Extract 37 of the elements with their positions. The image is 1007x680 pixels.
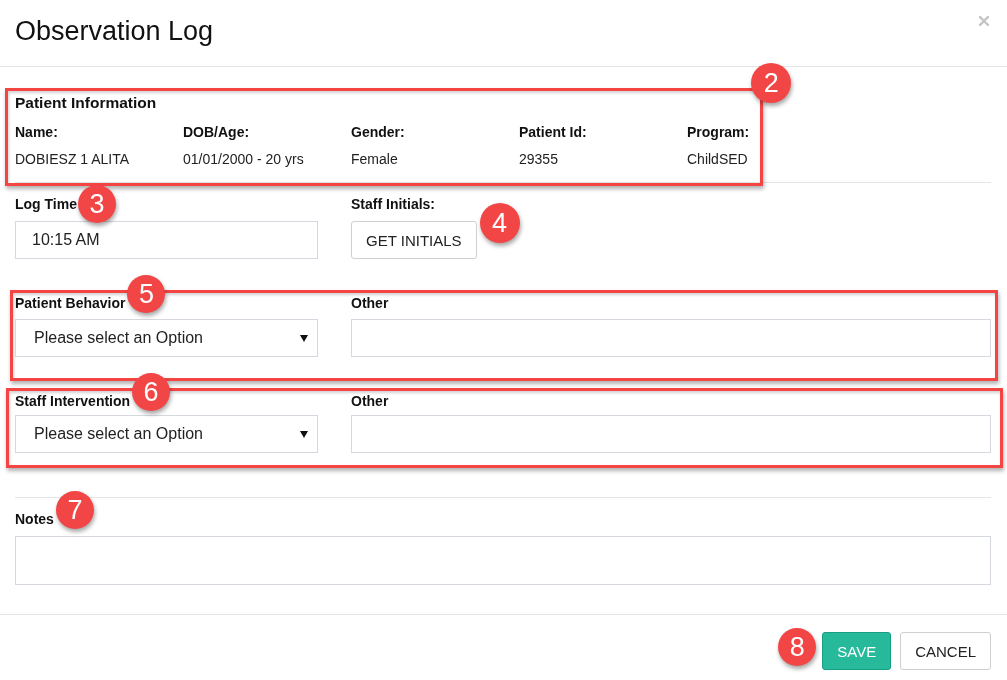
field-label: Staff Initials: [351, 195, 436, 214]
field-value: Female [351, 150, 399, 169]
field-label: Patient Id: [519, 123, 588, 142]
text-field[interactable] [351, 319, 991, 357]
option-select[interactable]: Please select an Option [15, 415, 318, 453]
section-heading: Patient Information [15, 93, 158, 113]
field-label: Staff Intervention [15, 392, 131, 411]
field-label: Notes [15, 510, 54, 529]
field-label: Name: [15, 123, 59, 142]
field-label: Gender: [351, 123, 406, 142]
field-value: ChildSED [687, 150, 749, 169]
field-label: Other [351, 392, 390, 411]
callout-badge: 2 [751, 63, 792, 103]
field-label: DOB/Age: [183, 123, 251, 142]
field-label: Log Time [15, 195, 77, 214]
close-icon[interactable] [979, 16, 989, 26]
callout-badge: 5 [127, 275, 166, 313]
callout-badge: 8 [778, 628, 817, 666]
callout-badge: 6 [132, 373, 171, 411]
field-value: 01/01/2000 - 20 yrs [183, 150, 305, 169]
get-initials-button[interactable]: GET INITIALS [351, 221, 477, 259]
field-label: Other [351, 294, 390, 313]
field-label: Program: [687, 123, 750, 142]
field-value: DOBIESZ 1 ALITA [15, 150, 131, 169]
field-label: Patient Behavior [15, 294, 126, 313]
notes-field[interactable] [15, 536, 991, 585]
text-field[interactable] [351, 415, 991, 453]
time-field[interactable]: 10:15 AM [15, 221, 318, 259]
caret-icon [300, 334, 308, 342]
callout-badge: 3 [77, 185, 116, 223]
cancel-button[interactable]: CANCEL [900, 632, 991, 670]
caret-icon [300, 430, 308, 438]
callout-badge: 4 [479, 203, 520, 243]
option-select[interactable]: Please select an Option [15, 319, 318, 357]
field-value: 29355 [519, 150, 559, 169]
callout-badge: 7 [55, 491, 94, 529]
dialog-title: Observation Log [15, 15, 214, 48]
